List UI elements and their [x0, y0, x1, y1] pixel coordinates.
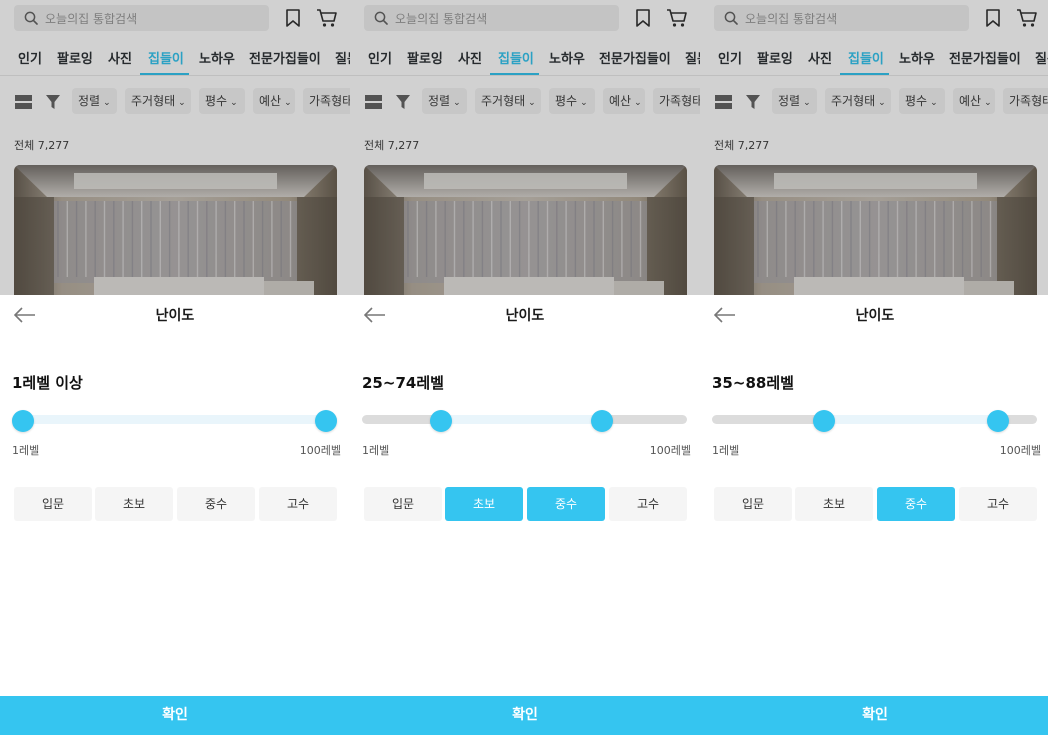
- level-button-3[interactable]: 고수: [609, 487, 687, 521]
- selected-range-text: 25~74레벨: [362, 374, 444, 392]
- level-button-0[interactable]: 입문: [364, 487, 442, 521]
- dim-overlay[interactable]: [700, 0, 1048, 295]
- slider-min-label: 1레벨: [12, 444, 40, 457]
- confirm-button[interactable]: 확인: [350, 696, 700, 735]
- level-button-0[interactable]: 입문: [14, 487, 92, 521]
- level-button-1[interactable]: 초보: [795, 487, 873, 521]
- level-button-3[interactable]: 고수: [959, 487, 1037, 521]
- selected-range-text: 35~88레벨: [712, 374, 794, 392]
- slider-selected-range: [440, 415, 602, 424]
- slider-max-thumb[interactable]: [315, 410, 337, 432]
- sheet-title: 난이도: [505, 308, 545, 324]
- level-button-2[interactable]: 중수: [177, 487, 255, 521]
- slider-selected-range: [23, 415, 326, 424]
- difficulty-sheet: 난이도 1레벨 이상 1레벨 100레벨입문 초보 중수 고수확인: [0, 295, 350, 735]
- slider-max-label: 100레벨: [299, 444, 341, 457]
- slider-max-label: 100레벨: [649, 444, 691, 457]
- screen-panel-1: 오늘의집 통합검색인기팔로잉사진집들이노하우전문가집들이질문정렬⌄주거형태⌄평수…: [0, 0, 350, 735]
- slider-min-thumb[interactable]: [812, 410, 835, 432]
- level-button-0[interactable]: 입문: [714, 487, 792, 521]
- sheet-title: 난이도: [855, 308, 895, 324]
- confirm-button[interactable]: 확인: [0, 696, 350, 735]
- screen-panel-3: 오늘의집 통합검색인기팔로잉사진집들이노하우전문가집들이질문정렬⌄주거형태⌄평수…: [700, 0, 1048, 735]
- slider-max-thumb[interactable]: [590, 410, 613, 432]
- level-range-slider[interactable]: [362, 415, 687, 424]
- level-button-1[interactable]: 초보: [445, 487, 523, 521]
- slider-min-label: 1레벨: [362, 444, 390, 457]
- difficulty-sheet: 난이도 25~74레벨 1레벨 100레벨입문 초보 중수 고수확인: [350, 295, 700, 735]
- level-range-slider[interactable]: [12, 415, 337, 424]
- level-buttons: 입문 초보 중수 고수: [364, 487, 687, 521]
- level-button-2[interactable]: 중수: [877, 487, 955, 521]
- slider-min-label: 1레벨: [712, 444, 740, 457]
- selected-range-text: 1레벨 이상: [12, 374, 83, 392]
- slider-max-label: 100레벨: [999, 444, 1041, 457]
- slider-selected-range: [823, 415, 998, 424]
- level-buttons: 입문 초보 중수 고수: [14, 487, 337, 521]
- slider-max-thumb[interactable]: [986, 410, 1009, 432]
- slider-min-thumb[interactable]: [12, 410, 34, 432]
- level-button-1[interactable]: 초보: [95, 487, 173, 521]
- level-button-3[interactable]: 고수: [259, 487, 337, 521]
- slider-min-thumb[interactable]: [429, 410, 452, 432]
- level-button-2[interactable]: 중수: [527, 487, 605, 521]
- screen-panel-2: 오늘의집 통합검색인기팔로잉사진집들이노하우전문가집들이질문정렬⌄주거형태⌄평수…: [350, 0, 700, 735]
- dim-overlay[interactable]: [0, 0, 350, 295]
- dim-overlay[interactable]: [350, 0, 700, 295]
- confirm-button[interactable]: 확인: [700, 696, 1048, 735]
- comparison-screens: 오늘의집 통합검색인기팔로잉사진집들이노하우전문가집들이질문정렬⌄주거형태⌄평수…: [0, 0, 1048, 735]
- difficulty-sheet: 난이도 35~88레벨 1레벨 100레벨입문 초보 중수 고수확인: [700, 295, 1048, 735]
- level-buttons: 입문 초보 중수 고수: [714, 487, 1037, 521]
- sheet-title: 난이도: [155, 308, 195, 324]
